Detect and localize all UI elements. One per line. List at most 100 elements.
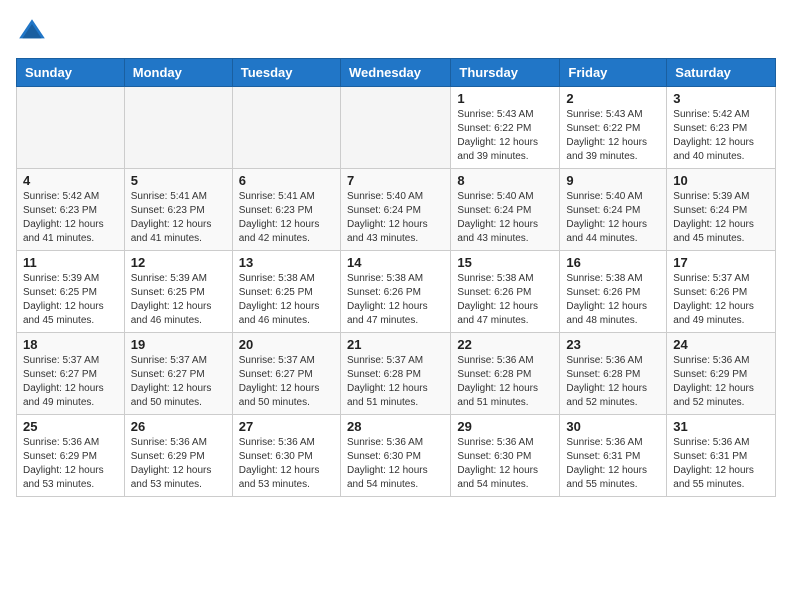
day-info: Sunrise: 5:37 AM Sunset: 6:27 PM Dayligh… — [131, 354, 226, 410]
day-info: Sunrise: 5:39 AM Sunset: 6:25 PM Dayligh… — [131, 272, 226, 328]
weekday-header-sunday: Sunday — [17, 59, 125, 87]
day-info: Sunrise: 5:36 AM Sunset: 6:28 PM Dayligh… — [457, 354, 553, 410]
day-info: Sunrise: 5:36 AM Sunset: 6:30 PM Dayligh… — [239, 436, 334, 492]
day-number: 20 — [239, 337, 334, 352]
calendar-cell — [232, 87, 340, 169]
day-info: Sunrise: 5:40 AM Sunset: 6:24 PM Dayligh… — [347, 190, 444, 246]
calendar-cell: 15Sunrise: 5:38 AM Sunset: 6:26 PM Dayli… — [451, 251, 560, 333]
day-number: 21 — [347, 337, 444, 352]
calendar-cell — [124, 87, 232, 169]
day-info: Sunrise: 5:41 AM Sunset: 6:23 PM Dayligh… — [131, 190, 226, 246]
page-header — [16, 16, 776, 48]
weekday-header-thursday: Thursday — [451, 59, 560, 87]
calendar-cell: 4 Sunrise: 5:42 AM Sunset: 6:23 PM Daylig… — [17, 169, 125, 251]
calendar-week-row: 18 Sunrise: 5:37 AM Sunset: 6:27 PM Dayli… — [17, 333, 776, 415]
weekday-header-wednesday: Wednesday — [340, 59, 450, 87]
day-number: 8 — [457, 173, 553, 188]
day-number: 9 — [566, 173, 660, 188]
calendar-week-row: 25 Sunrise: 5:36 AM Sunset: 6:29 PM Dayli… — [17, 415, 776, 497]
day-info: Sunrise: 5:37 AM Sunset: 6:27 PM Dayligh… — [23, 354, 118, 410]
day-number: 4 — [23, 173, 118, 188]
calendar-cell: 18 Sunrise: 5:37 AM Sunset: 6:27 PM Dayli… — [17, 333, 125, 415]
day-info: Sunrise: 5:38 AM Sunset: 6:25 PM Dayligh… — [239, 272, 334, 328]
day-number: 12 — [131, 255, 226, 270]
day-info: Sunrise: 5:41 AM Sunset: 6:23 PM Dayligh… — [239, 190, 334, 246]
calendar-cell: 11 Sunrise: 5:39 AM Sunset: 6:25 PM Dayli… — [17, 251, 125, 333]
day-info: Sunrise: 5:39 AM Sunset: 6:24 PM Dayligh… — [673, 190, 769, 246]
day-info: Sunrise: 5:38 AM Sunset: 6:26 PM Dayligh… — [347, 272, 444, 328]
calendar-cell: 14 Sunrise: 5:38 AM Sunset: 6:26 PM Dayli… — [340, 251, 450, 333]
calendar-cell: 19 Sunrise: 5:37 AM Sunset: 6:27 PM Dayli… — [124, 333, 232, 415]
calendar-cell: 7 Sunrise: 5:40 AM Sunset: 6:24 PM Daylig… — [340, 169, 450, 251]
calendar-week-row: 1 Sunrise: 5:43 AM Sunset: 6:22 PM Daylig… — [17, 87, 776, 169]
weekday-header-monday: Monday — [124, 59, 232, 87]
weekday-header-saturday: Saturday — [667, 59, 776, 87]
day-number: 30 — [566, 419, 660, 434]
calendar-table: SundayMondayTuesdayWednesdayThursdayFrid… — [16, 58, 776, 497]
day-info: Sunrise: 5:36 AM Sunset: 6:30 PM Dayligh… — [347, 436, 444, 492]
day-number: 13 — [239, 255, 334, 270]
day-number: 24 — [673, 337, 769, 352]
day-number: 31 — [673, 419, 769, 434]
calendar-cell: 13 Sunrise: 5:38 AM Sunset: 6:25 PM Dayli… — [232, 251, 340, 333]
calendar-header-row: SundayMondayTuesdayWednesdayThursdayFrid… — [17, 59, 776, 87]
day-info: Sunrise: 5:43 AM Sunset: 6:22 PM Dayligh… — [457, 108, 553, 164]
day-number: 7 — [347, 173, 444, 188]
day-info: Sunrise: 5:36 AM Sunset: 6:29 PM Dayligh… — [673, 354, 769, 410]
day-info: Sunrise: 5:36 AM Sunset: 6:28 PM Dayligh… — [566, 354, 660, 410]
calendar-week-row: 4 Sunrise: 5:42 AM Sunset: 6:23 PM Daylig… — [17, 169, 776, 251]
day-info: Sunrise: 5:42 AM Sunset: 6:23 PM Dayligh… — [23, 190, 118, 246]
day-number: 25 — [23, 419, 118, 434]
logo-icon — [16, 16, 48, 48]
calendar-cell: 17 Sunrise: 5:37 AM Sunset: 6:26 PM Dayli… — [667, 251, 776, 333]
day-number: 1 — [457, 91, 553, 106]
calendar-cell: 28Sunrise: 5:36 AM Sunset: 6:30 PM Dayli… — [340, 415, 450, 497]
day-info: Sunrise: 5:36 AM Sunset: 6:29 PM Dayligh… — [23, 436, 118, 492]
day-info: Sunrise: 5:36 AM Sunset: 6:31 PM Dayligh… — [673, 436, 769, 492]
day-info: Sunrise: 5:36 AM Sunset: 6:29 PM Dayligh… — [131, 436, 226, 492]
day-number: 27 — [239, 419, 334, 434]
calendar-cell — [340, 87, 450, 169]
day-info: Sunrise: 5:40 AM Sunset: 6:24 PM Dayligh… — [457, 190, 553, 246]
day-number: 10 — [673, 173, 769, 188]
weekday-header-friday: Friday — [560, 59, 667, 87]
calendar-cell: 24 Sunrise: 5:36 AM Sunset: 6:29 PM Dayli… — [667, 333, 776, 415]
calendar-cell: 5 Sunrise: 5:41 AM Sunset: 6:23 PM Daylig… — [124, 169, 232, 251]
day-number: 23 — [566, 337, 660, 352]
day-number: 6 — [239, 173, 334, 188]
calendar-cell: 20Sunrise: 5:37 AM Sunset: 6:27 PM Dayli… — [232, 333, 340, 415]
calendar-week-row: 11 Sunrise: 5:39 AM Sunset: 6:25 PM Dayli… — [17, 251, 776, 333]
day-number: 19 — [131, 337, 226, 352]
day-info: Sunrise: 5:38 AM Sunset: 6:26 PM Dayligh… — [457, 272, 553, 328]
calendar-cell: 1 Sunrise: 5:43 AM Sunset: 6:22 PM Daylig… — [451, 87, 560, 169]
day-number: 29 — [457, 419, 553, 434]
calendar-cell: 10 Sunrise: 5:39 AM Sunset: 6:24 PM Dayli… — [667, 169, 776, 251]
calendar-cell: 16 Sunrise: 5:38 AM Sunset: 6:26 PM Dayli… — [560, 251, 667, 333]
day-number: 5 — [131, 173, 226, 188]
day-number: 22 — [457, 337, 553, 352]
calendar-cell: 29 Sunrise: 5:36 AM Sunset: 6:30 PM Dayli… — [451, 415, 560, 497]
day-info: Sunrise: 5:40 AM Sunset: 6:24 PM Dayligh… — [566, 190, 660, 246]
day-info: Sunrise: 5:36 AM Sunset: 6:30 PM Dayligh… — [457, 436, 553, 492]
day-number: 3 — [673, 91, 769, 106]
day-number: 16 — [566, 255, 660, 270]
day-number: 14 — [347, 255, 444, 270]
day-info: Sunrise: 5:43 AM Sunset: 6:22 PM Dayligh… — [566, 108, 660, 164]
day-info: Sunrise: 5:42 AM Sunset: 6:23 PM Dayligh… — [673, 108, 769, 164]
day-info: Sunrise: 5:38 AM Sunset: 6:26 PM Dayligh… — [566, 272, 660, 328]
day-number: 17 — [673, 255, 769, 270]
day-number: 11 — [23, 255, 118, 270]
calendar-cell: 31 Sunrise: 5:36 AM Sunset: 6:31 PM Dayli… — [667, 415, 776, 497]
day-info: Sunrise: 5:37 AM Sunset: 6:26 PM Dayligh… — [673, 272, 769, 328]
calendar-cell: 3 Sunrise: 5:42 AM Sunset: 6:23 PM Daylig… — [667, 87, 776, 169]
calendar-cell: 27 Sunrise: 5:36 AM Sunset: 6:30 PM Dayli… — [232, 415, 340, 497]
calendar-cell: 30 Sunrise: 5:36 AM Sunset: 6:31 PM Dayli… — [560, 415, 667, 497]
weekday-header-tuesday: Tuesday — [232, 59, 340, 87]
day-info: Sunrise: 5:36 AM Sunset: 6:31 PM Dayligh… — [566, 436, 660, 492]
calendar-cell: 8 Sunrise: 5:40 AM Sunset: 6:24 PM Daylig… — [451, 169, 560, 251]
calendar-cell: 12 Sunrise: 5:39 AM Sunset: 6:25 PM Dayli… — [124, 251, 232, 333]
calendar-cell: 25 Sunrise: 5:36 AM Sunset: 6:29 PM Dayli… — [17, 415, 125, 497]
day-info: Sunrise: 5:39 AM Sunset: 6:25 PM Dayligh… — [23, 272, 118, 328]
logo — [16, 16, 52, 48]
day-number: 18 — [23, 337, 118, 352]
